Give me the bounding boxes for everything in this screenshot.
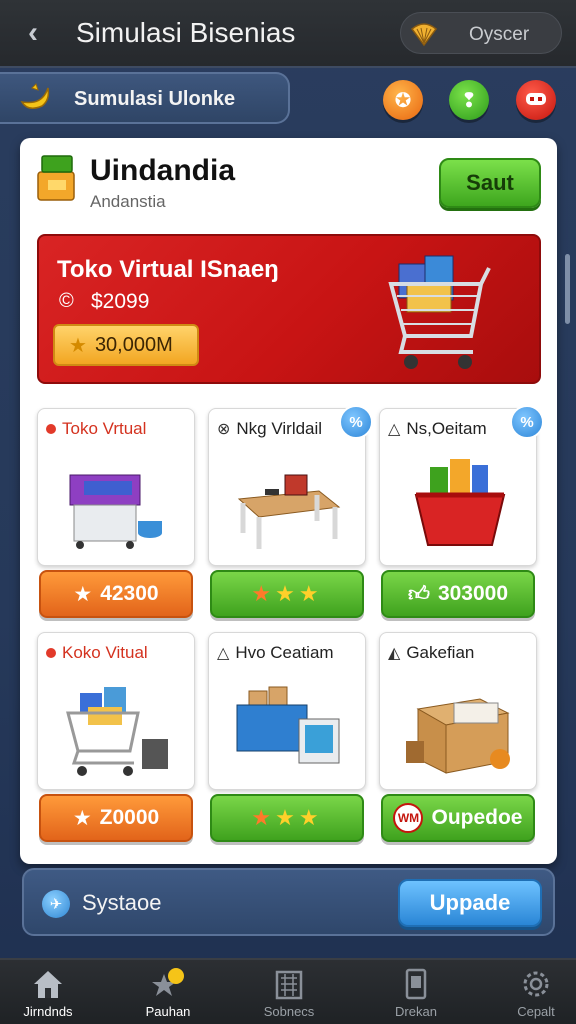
fan-logo-icon: [410, 23, 438, 47]
buy-button-4[interactable]: ★ Z0000: [39, 794, 193, 842]
triangle-icon: △: [217, 645, 230, 662]
back-button[interactable]: ‹: [18, 16, 48, 49]
phone-icon: [405, 968, 427, 1000]
buy-button-6[interactable]: WM Oupedoe: [381, 794, 535, 842]
red-dot-icon: [46, 424, 56, 434]
star-icon: ★: [72, 806, 92, 830]
chevron-left-icon: ‹: [28, 16, 38, 49]
banana-icon: [18, 82, 52, 121]
store-box-icon: [37, 155, 75, 201]
discount-badge: %: [510, 405, 544, 439]
card-title: Ns,Oeitam: [406, 419, 487, 438]
bottom-navigation: Jirndnds Pauhan Sobnecs Drekan Cepalt: [0, 958, 576, 1024]
section-title: Sumulasi Ulonke: [74, 88, 236, 110]
rating-button-2[interactable]: ★★★: [210, 570, 364, 618]
home-icon: [34, 971, 62, 998]
nav-label: Pauhan: [145, 1004, 191, 1019]
table-icon: [237, 474, 341, 549]
nav-item-rewards[interactable]: Pauhan: [120, 964, 216, 1024]
rating-stars-icon: ★★★: [251, 805, 323, 830]
buy-button-1[interactable]: ★ 42300: [39, 570, 193, 618]
price-value: 42300: [100, 582, 159, 605]
gear-small-icon: ◭: [388, 645, 401, 662]
pin-icon: ✈: [42, 890, 70, 918]
store-card-3[interactable]: △ Ns,Oeitam %: [379, 405, 544, 566]
rating-stars-icon: ★★★: [251, 581, 323, 606]
scrollbar[interactable]: [565, 254, 570, 324]
store-subtitle: Andanstia: [90, 192, 166, 211]
shopping-cart-icon: [388, 255, 491, 369]
kiosk-stand-icon: [69, 474, 162, 549]
banner-price: $2099: [91, 290, 150, 313]
help-button[interactable]: ❢: [449, 80, 489, 120]
banner-coins-button[interactable]: ★ 30,000M: [53, 324, 199, 366]
featured-store-banner[interactable]: Toko Virtual ISnaeŋ © $2099 ★ 30,000M: [37, 234, 541, 384]
coins-value: 30,000M: [94, 333, 173, 356]
nav-item-settings[interactable]: Cepalt: [488, 964, 576, 1024]
sale-tag-icon: WM: [393, 803, 424, 833]
shopping-basket-icon: [414, 459, 506, 546]
store-card-5[interactable]: △ Hvo Ceatiam: [208, 632, 366, 790]
gamepad-icon: [525, 89, 547, 112]
system-strip: ✈ Systaoe Uppade: [22, 868, 555, 936]
app-title: Simulasi Bisenias: [76, 17, 296, 48]
star-icon: ★: [73, 582, 93, 606]
price-value: Oupedoe: [431, 806, 523, 829]
banner-title: Toko Virtual ISnaeŋ: [57, 256, 279, 283]
thumbs-up-icon: 👍︎: [407, 583, 430, 606]
achievements-button[interactable]: ✪: [383, 80, 423, 120]
game-button[interactable]: [516, 80, 556, 120]
price-value: 303000: [437, 582, 509, 605]
store-card-4[interactable]: Koko Vitual: [37, 632, 195, 790]
settings-gear-icon: [523, 971, 549, 997]
leaf-icon: ❢: [460, 89, 478, 112]
triangle-icon: △: [388, 421, 401, 438]
cart-with-goods-icon: [66, 687, 168, 776]
user-name: Oyscer: [469, 24, 530, 45]
buy-button-3[interactable]: 👍︎ 303000: [381, 570, 535, 618]
nav-label: Jirndnds: [23, 1004, 73, 1019]
card-title: Gakefian: [406, 643, 475, 662]
star-chat-icon: [152, 968, 184, 996]
nav-label: Cepalt: [517, 1004, 555, 1019]
save-button[interactable]: Saut: [439, 158, 541, 208]
store-card-6[interactable]: ◭ Gakefian: [379, 632, 537, 790]
star-icon: ★: [69, 334, 87, 357]
building-icon: [275, 970, 303, 1000]
user-profile-pill[interactable]: Oyscer: [400, 12, 562, 54]
gamepad-small-icon: ⊗: [217, 421, 231, 438]
card-title: Nkg Virldail: [236, 419, 323, 438]
store-name: Uindandia: [90, 154, 236, 187]
nav-item-home[interactable]: Jirndnds: [0, 964, 96, 1024]
store-card-2[interactable]: ⊗ Nkg Virldail %: [208, 405, 373, 566]
section-header: Sumulasi Ulonke: [0, 72, 290, 124]
card-title: Hvo Ceatiam: [235, 643, 334, 662]
nav-item-buildings[interactable]: Sobnecs: [241, 964, 337, 1024]
price-tag-icon: ©: [59, 290, 74, 312]
nav-label: Sobnecs: [263, 1004, 315, 1019]
card-title: Koko Vitual: [62, 643, 148, 662]
store-card-1[interactable]: Toko Vrtual: [37, 408, 195, 566]
red-dot-icon: [46, 648, 56, 658]
nav-item-devices[interactable]: Drekan: [368, 964, 464, 1024]
price-value: Z0000: [99, 806, 160, 829]
store-panel: Uindandia Andanstia Saut Toko Virtual IS…: [20, 138, 557, 864]
discount-badge: %: [339, 405, 373, 439]
star-badge-icon: ✪: [394, 89, 412, 112]
cardboard-box-icon: [406, 698, 510, 774]
system-label: Systaoe: [82, 890, 162, 915]
card-title: Toko Vrtual: [62, 419, 147, 438]
nav-label: Drekan: [395, 1004, 437, 1019]
upgrade-button[interactable]: Uppade: [398, 879, 542, 927]
top-bar: ‹ Simulasi Bisenias Oyscer: [0, 0, 576, 68]
warehouse-screen-icon: [236, 686, 340, 764]
rating-button-5[interactable]: ★★★: [210, 794, 364, 842]
